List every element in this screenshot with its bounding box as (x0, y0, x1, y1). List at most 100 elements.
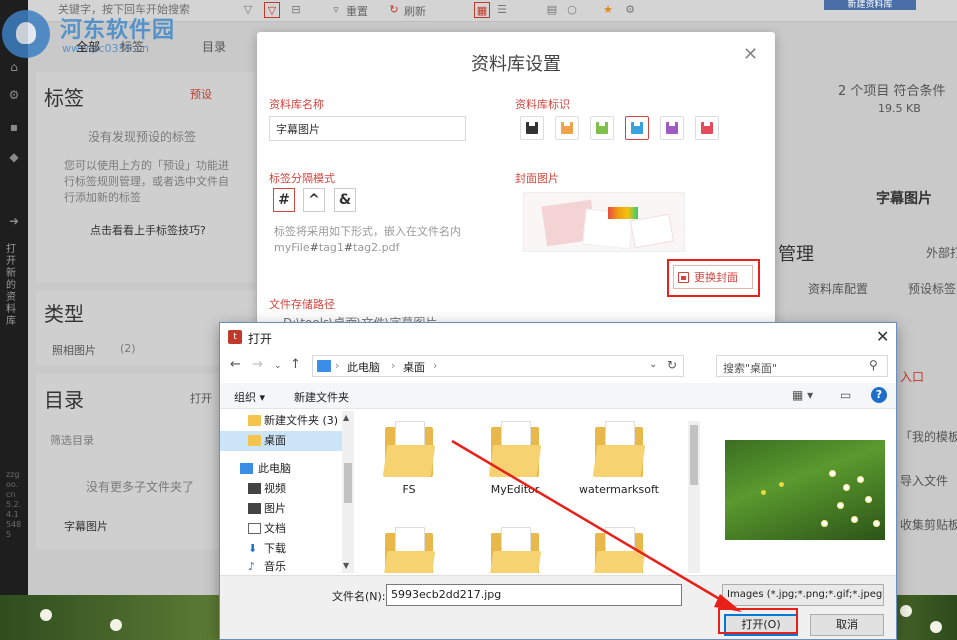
document-icon (248, 523, 261, 534)
nav-scroll-thumb[interactable] (344, 463, 352, 503)
daisy-shape (40, 609, 52, 621)
external-open-link[interactable]: 外部打 (926, 244, 957, 261)
file-item[interactable] (470, 527, 560, 573)
refresh-button[interactable]: 刷新 (404, 3, 426, 19)
nav-item-pictures[interactable]: 图片 (220, 499, 342, 519)
file-item-myeditor[interactable]: MyEditor (470, 421, 560, 497)
refresh-icon[interactable]: ↻ (667, 358, 677, 372)
tab-dirs[interactable]: 目录 (202, 38, 226, 55)
nav-item-new-folder[interactable]: 新建文件夹 (3) (220, 411, 342, 431)
library-settings-dialog: 资料库设置 ✕ 资料库名称 字幕图片 资料库标识 标签分隔模式 # ^ & 标签… (257, 32, 775, 332)
file-item[interactable] (574, 527, 664, 573)
filename-input[interactable]: 5993ecb2dd217.jpg (386, 584, 682, 606)
settings-icon[interactable]: ⚙ (622, 2, 638, 18)
arrow-right-icon[interactable]: ➜ (7, 214, 21, 228)
disk-orange-icon[interactable] (555, 116, 579, 140)
tab-all[interactable]: 全部 (76, 38, 100, 55)
address-bar[interactable]: › 此电脑 › 桌面 › ⌄ ↻ (312, 355, 684, 377)
daisy-shape (900, 605, 912, 617)
change-cover-label: 更换封面 (694, 271, 738, 284)
filter-active-icon[interactable]: ▽ (264, 2, 280, 18)
tag-filter-icon[interactable]: ⊟ (288, 2, 304, 18)
new-library-button[interactable]: 新建资料库 (824, 0, 916, 10)
watermark-logo: 河东软件园 www.pc0359.cn (2, 4, 202, 58)
home-icon[interactable]: ⌂ (7, 60, 21, 74)
list-view-icon[interactable]: ☰ (494, 2, 510, 18)
file-item[interactable] (364, 527, 454, 573)
nav-item-documents[interactable]: 文档 (220, 519, 342, 539)
disk-dark-icon[interactable] (520, 116, 544, 140)
dir-empty-text: 没有更多子文件夹了 (86, 480, 195, 494)
desktop-search-input[interactable]: 搜索"桌面" ⚲ (716, 355, 888, 377)
close-icon[interactable]: ✕ (743, 44, 758, 65)
clipboard-link[interactable]: 收集剪贴板 (900, 516, 957, 533)
filter-icon[interactable]: ▽ (240, 2, 256, 18)
file-item-fs[interactable]: FS (364, 421, 454, 497)
tags-tips-link[interactable]: 点击看看上手标签技巧? (90, 222, 206, 238)
nav-item-videos[interactable]: 视频 (220, 479, 342, 499)
scroll-down-icon[interactable]: ▼ (343, 561, 349, 570)
back-icon[interactable]: ← (230, 357, 241, 372)
disk-purple-icon[interactable] (660, 116, 684, 140)
preview-pane-icon[interactable]: ▭ (840, 388, 851, 402)
view-options-icon[interactable]: ▦ ▾ (792, 388, 813, 402)
folder-icon (592, 421, 646, 477)
separator-caret-button[interactable]: ^ (303, 188, 325, 212)
breadcrumb-this-pc[interactable]: 此电脑 (347, 359, 380, 375)
save-icon[interactable]: ▪ (7, 120, 21, 134)
up-icon[interactable]: ↑ (290, 357, 301, 372)
file-scrollbar[interactable] (688, 421, 700, 573)
refresh-icon[interactable]: ↻ (386, 2, 402, 18)
nav-item-downloads[interactable]: ⬇ 下载 (220, 539, 342, 559)
nav-item-this-pc[interactable]: 此电脑 (220, 459, 342, 479)
tag-icon[interactable]: ◆ (7, 150, 21, 164)
star-icon[interactable]: ★ (600, 2, 616, 18)
recent-dropdown-icon[interactable]: ⌄ (274, 361, 282, 371)
separator-amp-button[interactable]: & (334, 188, 356, 212)
dir-item[interactable]: 字幕图片 (64, 518, 108, 534)
video-icon (248, 483, 261, 494)
gear-icon[interactable]: ⚙ (7, 88, 21, 102)
types-item-label[interactable]: 照相图片 (52, 342, 96, 358)
open-new-library-label[interactable]: 打开新的资料库 (6, 244, 22, 328)
scroll-up-icon[interactable]: ▲ (343, 413, 349, 422)
new-folder-button[interactable]: 新建文件夹 (294, 389, 349, 405)
breadcrumb-desktop[interactable]: 桌面 (403, 359, 425, 375)
separator-hash-button[interactable]: # (273, 188, 295, 212)
file-item-watermarksoft[interactable]: watermarksoft (574, 421, 664, 497)
detail-view-icon[interactable]: ▤ (544, 2, 560, 18)
reset-button[interactable]: 重置 (346, 3, 368, 19)
dir-filter-input[interactable]: 筛选目录 (50, 432, 94, 448)
my-template-link[interactable]: 「我的模板」 (900, 428, 957, 445)
folder-icon (488, 527, 542, 573)
file-dialog-close-icon[interactable]: ✕ (876, 327, 889, 346)
preset-link[interactable]: 预设 (190, 86, 212, 102)
circle-view-icon[interactable]: ○ (564, 2, 580, 18)
types-title: 类型 (44, 302, 84, 326)
flag-red-icon[interactable] (695, 116, 719, 140)
forward-icon[interactable]: → (252, 357, 263, 372)
nav-scrollbar[interactable]: ▲ ▼ (342, 411, 354, 573)
nav-item-music[interactable]: ♪ 音乐 (220, 557, 342, 577)
daisy-shape (930, 621, 942, 633)
file-scroll-thumb[interactable] (690, 425, 698, 485)
organize-button[interactable]: 组织 ▾ (234, 389, 265, 405)
disk-blue-icon[interactable] (625, 116, 649, 140)
grid-view-icon[interactable]: ▦ (474, 2, 490, 18)
help-icon[interactable]: ? (871, 387, 887, 403)
cancel-button[interactable]: 取消 (810, 614, 884, 636)
address-dropdown-icon[interactable]: ⌄ (649, 359, 657, 370)
cover-image (523, 192, 685, 252)
preset-tags-link[interactable]: 预设标签 (908, 280, 956, 297)
import-files-link[interactable]: 导入文件 (900, 472, 948, 489)
library-size: 19.5 KB (878, 102, 921, 115)
library-config-link[interactable]: 资料库配置 (808, 280, 868, 297)
tab-tags[interactable]: 标签 (120, 38, 144, 55)
library-name-input[interactable]: 字幕图片 (269, 116, 466, 141)
change-cover-button[interactable]: 更换封面 (673, 265, 753, 289)
nav-item-desktop[interactable]: 桌面 (220, 431, 342, 451)
dir-open-link[interactable]: 打开 (190, 390, 212, 406)
filetype-select[interactable]: Images (*.jpg;*.png;*.gif;*.jpeg (722, 584, 884, 606)
reset-icon[interactable]: ▿ (328, 2, 344, 18)
disk-green-icon[interactable] (590, 116, 614, 140)
